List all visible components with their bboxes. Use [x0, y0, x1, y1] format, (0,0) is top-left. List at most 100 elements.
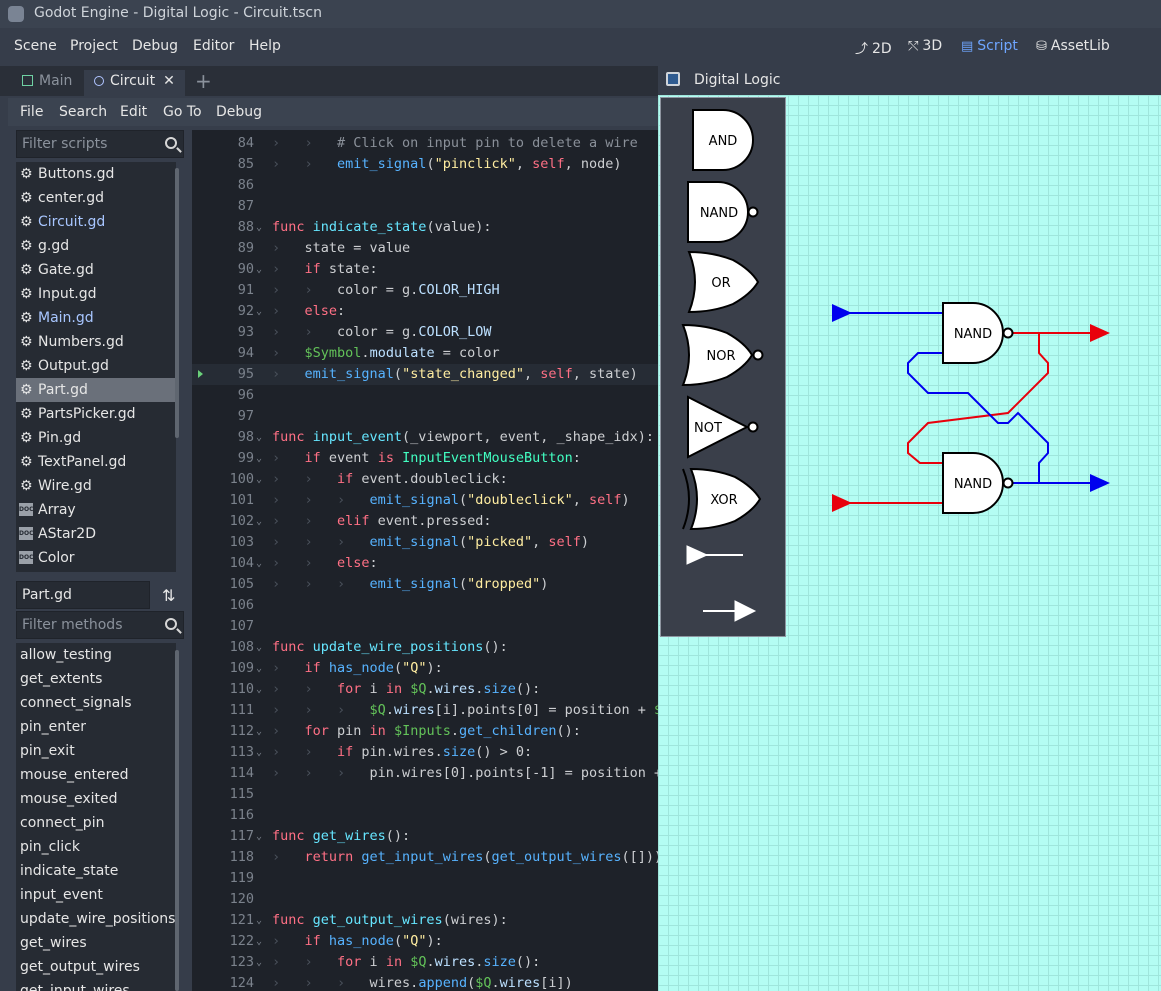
code-line[interactable]: 120 [192, 889, 658, 910]
menu-debug[interactable]: Debug [132, 38, 178, 54]
output-pin-top[interactable] [1090, 324, 1110, 342]
method-item[interactable]: connect_pin [16, 811, 176, 835]
sort-icon[interactable]: ⇅ [162, 586, 175, 605]
code-line[interactable]: 100 ⌄ › › if event.doubleclick: [192, 469, 658, 490]
fold-chevron-icon[interactable]: ⌄ [256, 637, 262, 658]
script-item[interactable]: ⚙ Part.gd [16, 378, 176, 402]
filter-methods-input[interactable]: Filter methods [16, 611, 184, 639]
menu-help[interactable]: Help [249, 38, 281, 54]
circuit-canvas[interactable]: AND NAND OR NOR NOT XOR NAND NAND [658, 95, 1161, 991]
method-item[interactable]: get_input_wires [16, 979, 176, 991]
code-line[interactable]: 97 [192, 406, 658, 427]
method-item[interactable]: pin_click [16, 835, 176, 859]
code-line[interactable]: 89 › state = value [192, 238, 658, 259]
tab-main[interactable]: Main [12, 70, 82, 96]
method-item[interactable]: get_output_wires [16, 955, 176, 979]
script-menu-goto[interactable]: Go To [163, 104, 202, 120]
script-item[interactable]: ⚙ g.gd [16, 234, 176, 258]
workspace-assetlib-button[interactable]: ⛁ AssetLib [1036, 38, 1110, 54]
method-item[interactable]: mouse_exited [16, 787, 176, 811]
method-item[interactable]: connect_signals [16, 691, 176, 715]
menu-scene[interactable]: Scene [14, 38, 57, 54]
code-line[interactable]: 122 ⌄ › if has_node("Q"): [192, 931, 658, 952]
fold-chevron-icon[interactable]: ⌄ [256, 910, 262, 931]
code-line[interactable]: 105 › › › emit_signal("dropped") [192, 574, 658, 595]
workspace-3d-button[interactable]: ⤲ 3D [908, 38, 942, 54]
output-pin-bottom[interactable] [1090, 474, 1110, 492]
code-line[interactable]: 106 [192, 595, 658, 616]
fold-chevron-icon[interactable]: ⌄ [256, 301, 262, 322]
fold-chevron-icon[interactable]: ⌄ [256, 553, 262, 574]
code-line[interactable]: 102 ⌄ › › elif event.pressed: [192, 511, 658, 532]
code-line[interactable]: 121 ⌄ func get_output_wires(wires): [192, 910, 658, 931]
code-line[interactable]: 107 [192, 616, 658, 637]
script-item[interactable]: ⚙ Numbers.gd [16, 330, 176, 354]
code-line[interactable]: 108 ⌄ func update_wire_positions(): [192, 637, 658, 658]
code-line[interactable]: 104 ⌄ › › else: [192, 553, 658, 574]
code-line[interactable]: 91 › › color = g.COLOR_HIGH [192, 280, 658, 301]
script-menu-debug[interactable]: Debug [216, 104, 262, 120]
script-item[interactable]: DOC Array [16, 498, 176, 522]
method-item[interactable]: get_wires [16, 931, 176, 955]
code-editor[interactable]: 84 › › # Click on input pin to delete a w… [192, 130, 658, 991]
fold-chevron-icon[interactable]: ⌄ [256, 931, 262, 952]
code-line[interactable]: 124 › › › wires.append($Q.wires[i]) [192, 973, 658, 991]
method-item[interactable]: indicate_state [16, 859, 176, 883]
script-item[interactable]: ⚙ Gate.gd [16, 258, 176, 282]
workspace-script-button[interactable]: ▤ Script [961, 38, 1018, 54]
code-line[interactable]: 90 ⌄ › if state: [192, 259, 658, 280]
workspace-2d-button[interactable]: ⤴ 2D [855, 38, 892, 57]
method-item[interactable]: pin_exit [16, 739, 176, 763]
script-item[interactable]: ⚙ PartsPicker.gd [16, 402, 176, 426]
fold-chevron-icon[interactable]: ⌄ [256, 217, 262, 238]
method-item[interactable]: update_wire_positions [16, 907, 176, 931]
fold-chevron-icon[interactable]: ⌄ [256, 679, 262, 700]
method-item[interactable]: allow_testing [16, 643, 176, 667]
code-line[interactable]: 96 [192, 385, 658, 406]
fold-chevron-icon[interactable]: ⌄ [256, 448, 262, 469]
code-line[interactable]: 113 ⌄ › › if pin.wires.size() > 0: [192, 742, 658, 763]
code-line[interactable]: 88 ⌄ func indicate_state(value): [192, 217, 658, 238]
fold-chevron-icon[interactable]: ⌄ [256, 742, 262, 763]
code-line[interactable]: 110 ⌄ › › for i in $Q.wires.size(): [192, 679, 658, 700]
code-line[interactable]: 118 › return get_input_wires(get_output_w… [192, 847, 658, 868]
code-line[interactable]: 99 ⌄ › if event is InputEventMouseButton: [192, 448, 658, 469]
code-line[interactable]: 115 [192, 784, 658, 805]
tab-circuit[interactable]: Circuit ✕ [84, 70, 185, 96]
code-line[interactable]: 123 ⌄ › › for i in $Q.wires.size(): [192, 952, 658, 973]
add-tab-icon[interactable]: + [195, 69, 212, 93]
fold-chevron-icon[interactable]: ⌄ [256, 658, 262, 679]
script-item[interactable]: ⚙ TextPanel.gd [16, 450, 176, 474]
fold-chevron-icon[interactable]: ⌄ [256, 427, 262, 448]
code-line[interactable]: 112 ⌄ › for pin in $Inputs.get_children(): [192, 721, 658, 742]
script-menu-file[interactable]: File [20, 104, 43, 120]
fold-chevron-icon[interactable]: ⌄ [256, 469, 262, 490]
script-item[interactable]: ⚙ Pin.gd [16, 426, 176, 450]
code-line[interactable]: 114 › › › pin.wires[0].points[-1] = posit… [192, 763, 658, 784]
code-line[interactable]: 84 › › # Click on input pin to delete a w… [192, 133, 658, 154]
code-line[interactable]: 85 › › emit_signal("pinclick", self, node… [192, 154, 658, 175]
script-item[interactable]: DOC Color [16, 546, 176, 570]
code-line[interactable]: 116 [192, 805, 658, 826]
script-item[interactable]: ⚙ Main.gd [16, 306, 176, 330]
code-line[interactable]: 87 [192, 196, 658, 217]
code-line[interactable]: 93 › › color = g.COLOR_LOW [192, 322, 658, 343]
script-item[interactable]: ⚙ Buttons.gd [16, 162, 176, 186]
code-line[interactable]: 109 ⌄ › if has_node("Q"): [192, 658, 658, 679]
script-list-scrollbar[interactable] [175, 168, 179, 438]
code-line[interactable]: 103 › › › emit_signal("picked", self) [192, 532, 658, 553]
code-line[interactable]: 111 › › › $Q.wires[i].points[0] = positio… [192, 700, 658, 721]
script-item[interactable]: ⚙ Wire.gd [16, 474, 176, 498]
menu-editor[interactable]: Editor [193, 38, 234, 54]
code-line[interactable]: 98 ⌄ func input_event(_viewport, event, _s… [192, 427, 658, 448]
fold-chevron-icon[interactable]: ⌄ [256, 826, 262, 847]
code-line[interactable]: 117 ⌄ func get_wires(): [192, 826, 658, 847]
method-list-scrollbar[interactable] [175, 650, 179, 991]
method-item[interactable]: pin_enter [16, 715, 176, 739]
fold-chevron-icon[interactable]: ⌄ [256, 721, 262, 742]
method-item[interactable]: get_extents [16, 667, 176, 691]
script-item[interactable]: ⚙ Circuit.gd [16, 210, 176, 234]
code-line[interactable]: 92 ⌄ › else: [192, 301, 658, 322]
code-line[interactable]: 119 [192, 868, 658, 889]
close-tab-icon[interactable]: ✕ [163, 73, 175, 89]
